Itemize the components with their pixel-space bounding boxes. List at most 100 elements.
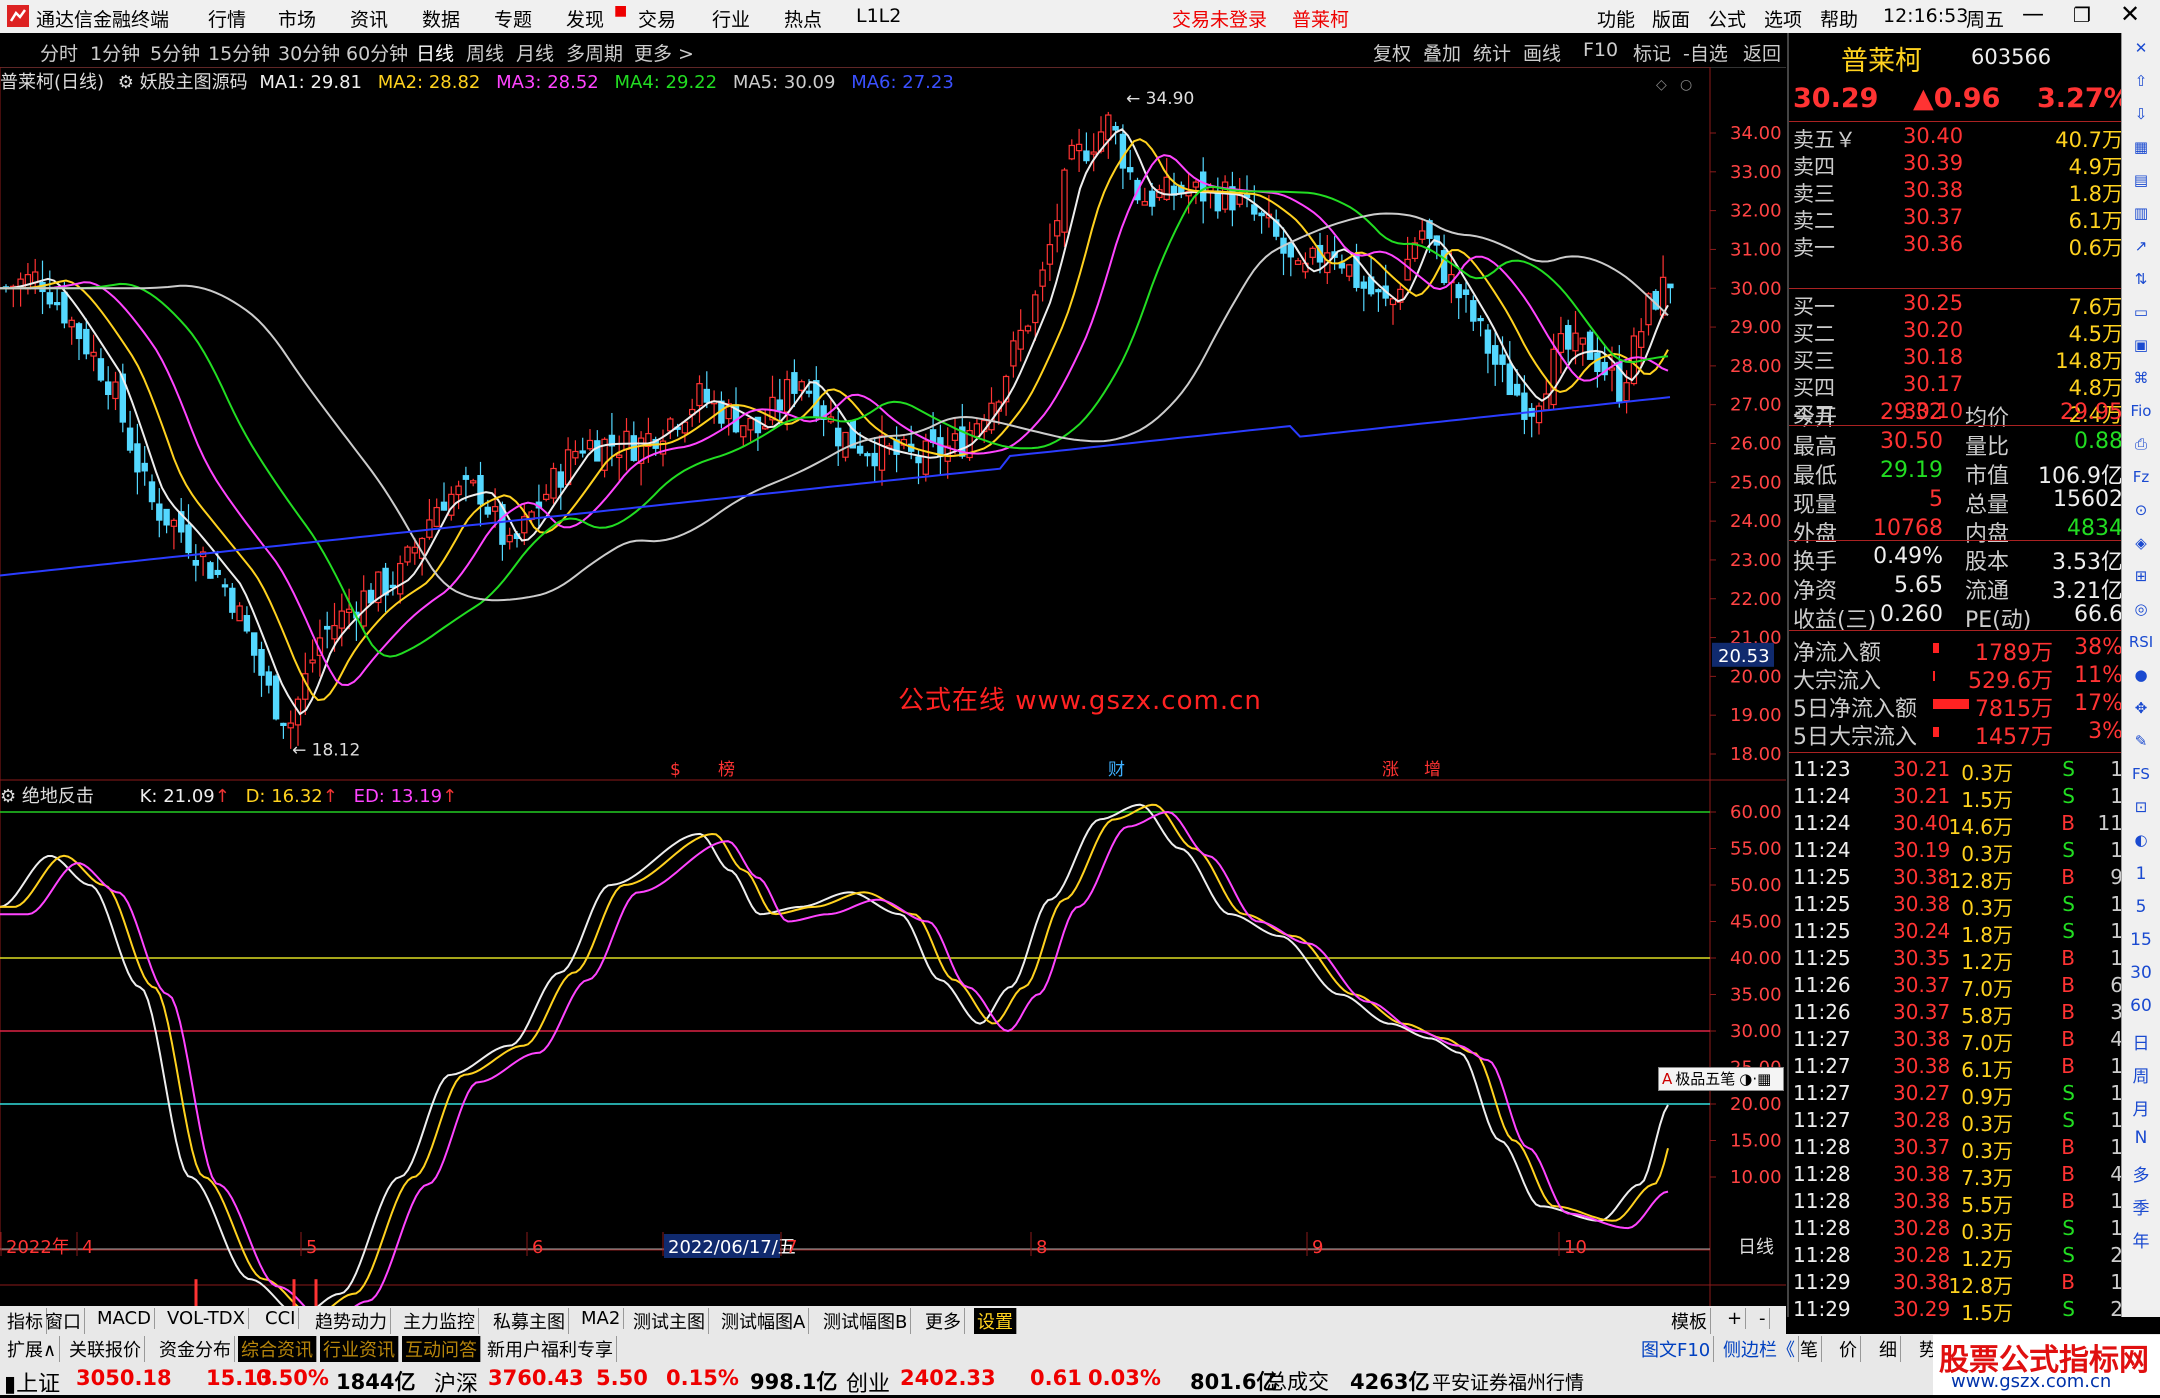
broker-name[interactable]: 平安证券福州行情	[1432, 1368, 1584, 1395]
ask-row[interactable]: 卖一 30.36 0.6万	[1793, 232, 2123, 260]
period-tab-daily[interactable]: 日线	[416, 39, 454, 66]
indicator-tab[interactable]: 更多	[922, 1308, 965, 1334]
dot-icon[interactable]: ●	[2126, 666, 2156, 692]
up-icon[interactable]: ⇧	[2126, 72, 2156, 98]
period-15-icon[interactable]: 15	[2126, 930, 2156, 956]
period-tab-60min[interactable]: 60分钟	[346, 39, 408, 66]
info-tab[interactable]: 扩展∧	[4, 1336, 61, 1362]
tick-row[interactable]: 11:24 30.21 1.5万 S 1	[1793, 784, 2123, 812]
tool-watchlist[interactable]: -自选	[1683, 39, 1728, 66]
tab-control[interactable]: +	[1724, 1308, 1747, 1329]
tick-row[interactable]: 11:28 30.37 0.3万 B 1	[1793, 1135, 2123, 1163]
tick-row[interactable]: 11:23 30.21 0.3万 S 1	[1793, 757, 2123, 785]
indicator-tab[interactable]: 测试幅图A	[718, 1308, 810, 1334]
info-tab-right[interactable]: 侧边栏《	[1720, 1336, 1799, 1362]
tick-row[interactable]: 11:28 30.38 5.5万 B 1	[1793, 1189, 2123, 1217]
diamond-icon[interactable]: ◇	[1656, 77, 1667, 93]
indicator-tab[interactable]: MACD	[94, 1308, 155, 1329]
tick-row[interactable]: 11:29 30.29 1.5万 S 2	[1793, 1297, 2123, 1325]
tool-draw[interactable]: 画线	[1523, 39, 1561, 66]
trend-icon[interactable]: ↗	[2126, 237, 2156, 263]
tick-row[interactable]: 11:25 30.38 12.8万 B 9	[1793, 865, 2123, 893]
period-季-icon[interactable]: 季	[2126, 1194, 2156, 1220]
event-tag[interactable]: 涨	[1382, 760, 1399, 780]
info-tab[interactable]: 关联报价	[66, 1336, 145, 1362]
index-name[interactable]: 创业	[846, 1366, 890, 1398]
indicator-tab[interactable]: 私募主图	[490, 1308, 569, 1334]
stock-name-link[interactable]: 普莱柯	[1292, 5, 1349, 32]
tick-row[interactable]: 11:26 30.37 7.0万 B 6	[1793, 973, 2123, 1001]
period-tab-intraday[interactable]: 分时	[40, 39, 78, 66]
bid-row[interactable]: 买二 30.20 4.5万	[1793, 318, 2123, 346]
tick-row[interactable]: 11:26 30.37 5.8万 B 3	[1793, 1000, 2123, 1028]
tick-row[interactable]: 11:24 30.40 14.6万 B 11	[1793, 811, 2123, 839]
info-tab-right[interactable]: 价	[1836, 1336, 1861, 1362]
menu-item-options[interactable]: 选项	[1764, 5, 1802, 32]
info-tab[interactable]: 综合资讯	[238, 1336, 317, 1362]
period-年-icon[interactable]: 年	[2126, 1227, 2156, 1253]
period-tab-15min[interactable]: 15分钟	[208, 39, 270, 66]
table-icon[interactable]: ▥	[2126, 204, 2156, 230]
diamond-icon[interactable]: ◈	[2126, 534, 2156, 560]
ask-row[interactable]: 卖二 30.37 6.1万	[1793, 205, 2123, 233]
event-tag[interactable]: 财	[1108, 760, 1125, 780]
frame-icon[interactable]: ⊡	[2126, 798, 2156, 824]
ring-icon[interactable]: ◎	[2126, 600, 2156, 626]
restore-icon[interactable]: ❐	[2073, 3, 2091, 27]
bid-row[interactable]: 买一 30.25 7.6万	[1793, 291, 2123, 319]
info-tab-right[interactable]: 细	[1876, 1336, 1901, 1362]
tick-row[interactable]: 11:28 30.38 7.3万 B 4	[1793, 1162, 2123, 1190]
period-tab-30min[interactable]: 30分钟	[278, 39, 340, 66]
rsi-icon[interactable]: RSI	[2126, 633, 2156, 659]
period-1-icon[interactable]: 1	[2126, 864, 2156, 890]
period-5-icon[interactable]: 5	[2126, 897, 2156, 923]
circle-icon[interactable]: ○	[1680, 77, 1692, 93]
print-icon[interactable]: ⎙	[2126, 435, 2156, 461]
event-tag[interactable]: 增	[1424, 760, 1441, 780]
period-周-icon[interactable]: 周	[2126, 1062, 2156, 1088]
indicator-tab[interactable]: 窗口	[42, 1308, 85, 1334]
tick-row[interactable]: 11:27 30.38 6.1万 B 1	[1793, 1054, 2123, 1082]
event-tag[interactable]: $	[670, 760, 681, 780]
tool-stats[interactable]: 统计	[1473, 39, 1511, 66]
period-tab-1min[interactable]: 1分钟	[90, 39, 140, 66]
pen-icon[interactable]: ✎	[2126, 732, 2156, 758]
ask-row[interactable]: 卖三 30.38 1.8万	[1793, 178, 2123, 206]
period-tab-multi[interactable]: 多周期	[566, 39, 623, 66]
menu-item-topic[interactable]: 专题	[494, 5, 532, 32]
tick-row[interactable]: 11:27 30.38 7.0万 B 4	[1793, 1027, 2123, 1055]
bid-row[interactable]: 买四 30.17 4.8万	[1793, 372, 2123, 400]
tool-back[interactable]: 返回	[1743, 39, 1781, 66]
panel-icon[interactable]: ▣	[2126, 336, 2156, 362]
menu-item-function[interactable]: 功能	[1597, 5, 1635, 32]
sort-icon[interactable]: ⇅	[2126, 270, 2156, 296]
tool-f10[interactable]: F10	[1583, 39, 1618, 61]
indicator-tab[interactable]: 指标	[4, 1308, 47, 1334]
minimize-icon[interactable]: —	[2022, 2, 2044, 27]
menu-item-l1l2[interactable]: L1L2	[856, 5, 901, 27]
tick-row[interactable]: 11:25 30.38 0.3万 S 1	[1793, 892, 2123, 920]
tool-adjust[interactable]: 复权	[1373, 39, 1411, 66]
info-tab[interactable]: 行业资讯	[320, 1336, 399, 1362]
indicator-tab[interactable]: 趋势动力	[312, 1308, 391, 1334]
indicator-tab[interactable]: MA2	[578, 1308, 625, 1329]
menu-item-hot[interactable]: 热点	[784, 5, 822, 32]
close-icon[interactable]: ✕	[2126, 39, 2156, 65]
tick-row[interactable]: 11:28 30.28 0.3万 S 1	[1793, 1216, 2123, 1244]
fz-icon[interactable]: Fz	[2126, 468, 2156, 494]
cmd-icon[interactable]: ⌘	[2126, 369, 2156, 395]
kline-chart[interactable]: 34.00 33.00 32.00 31.00 30.00 29.00 28.00 27.00…	[0, 67, 1786, 1317]
tool-overlay[interactable]: 叠加	[1423, 39, 1461, 66]
period-日-icon[interactable]: 日	[2126, 1029, 2156, 1055]
info-tab[interactable]: 互动问答	[402, 1336, 481, 1362]
move-icon[interactable]: ✥	[2126, 699, 2156, 725]
sub-indicator-gear-icon[interactable]: ⚙	[0, 786, 16, 807]
indicator-tab[interactable]: 设置	[974, 1308, 1017, 1334]
tab-control[interactable]: -	[1756, 1308, 1770, 1329]
ask-row[interactable]: 卖五￥ 30.40 40.7万	[1793, 124, 2123, 152]
tool-mark[interactable]: 标记	[1633, 39, 1671, 66]
index-name[interactable]: ▮上证	[4, 1366, 60, 1398]
indicator-tab[interactable]: CCI	[262, 1308, 300, 1329]
indicator-tab[interactable]: 主力监控	[400, 1308, 479, 1334]
box-icon[interactable]: ▭	[2126, 303, 2156, 329]
